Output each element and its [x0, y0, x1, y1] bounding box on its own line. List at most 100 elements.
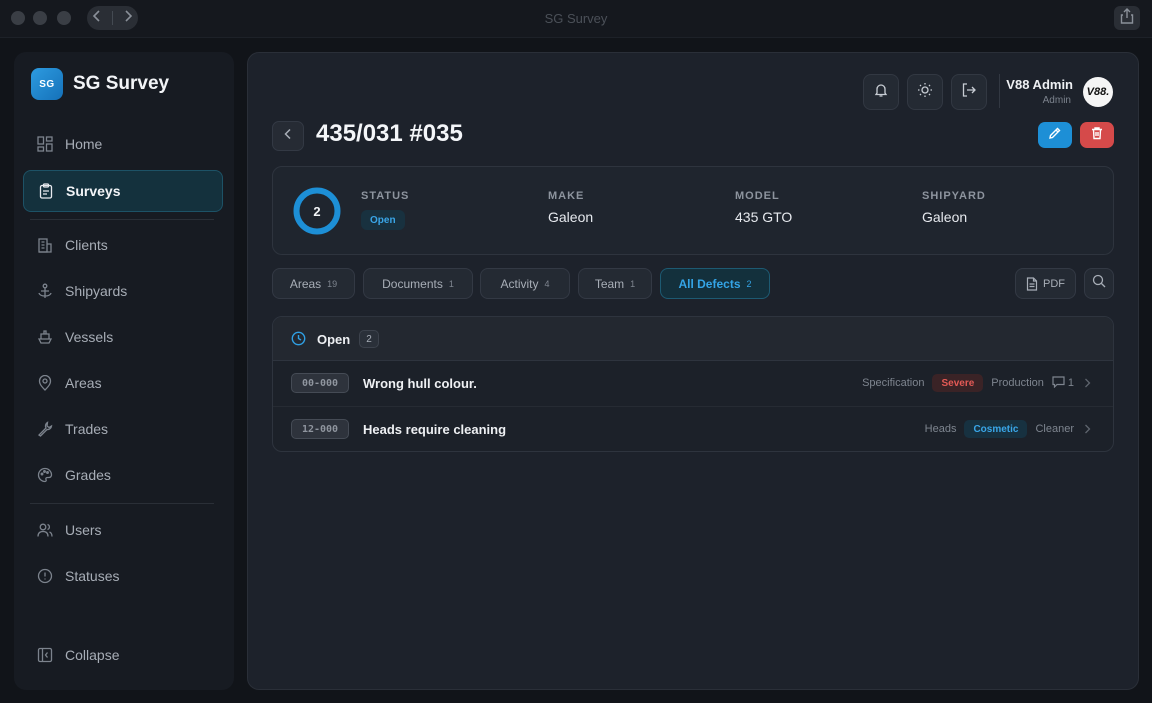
sidebar-item-statuses[interactable]: Statuses: [23, 555, 223, 597]
table-row[interactable]: 00-000 Wrong hull colour. Specification …: [273, 361, 1113, 406]
anchor-icon: [36, 282, 54, 300]
share-button[interactable]: [1114, 6, 1140, 30]
shipyard-label: SHIPYARD: [922, 190, 986, 202]
chevron-left-icon: [283, 127, 293, 145]
brand[interactable]: SG SG Survey: [31, 68, 169, 100]
sidebar-item-areas[interactable]: Areas: [23, 362, 223, 404]
tab-activity[interactable]: Activity 4: [480, 268, 570, 299]
search-button[interactable]: [1084, 268, 1114, 299]
sidebar-item-trades[interactable]: Trades: [23, 408, 223, 450]
search-icon: [1092, 274, 1106, 293]
model-value: 435 GTO: [735, 209, 793, 225]
theme-toggle-button[interactable]: [907, 74, 943, 110]
make-label: MAKE: [548, 190, 585, 202]
chevron-right-icon: [1084, 378, 1091, 388]
wrench-icon: [36, 420, 54, 438]
tab-count: 1: [448, 278, 454, 289]
tab-count: 19: [327, 278, 338, 289]
defect-group-title: Open: [317, 332, 351, 347]
table-row[interactable]: 12-000 Heads require cleaning Heads Cosm…: [273, 406, 1113, 451]
defects-list: Open 2 00-000 Wrong hull colour. Specifi…: [272, 316, 1114, 452]
tab-label: Team: [594, 276, 625, 291]
alert-circle-icon: [36, 567, 54, 585]
defect-trade: Cleaner: [1035, 423, 1074, 435]
sidebar-item-home[interactable]: Home: [23, 123, 223, 165]
tab-documents[interactable]: Documents 1: [363, 268, 473, 299]
pdf-button[interactable]: PDF: [1015, 268, 1076, 299]
tab-all-defects[interactable]: All Defects 2: [660, 268, 770, 299]
defect-area: Heads: [924, 423, 957, 435]
avatar[interactable]: V88.: [1083, 77, 1113, 107]
sidebar-item-label: Statuses: [65, 568, 120, 584]
comment-count-value: 1: [1067, 377, 1074, 389]
logout-button[interactable]: [951, 74, 987, 110]
comment-count: 1: [1052, 375, 1074, 391]
sidebar-item-label: Vessels: [65, 329, 114, 345]
collapse-icon: [36, 646, 54, 664]
sidebar-item-clients[interactable]: Clients: [23, 224, 223, 266]
sidebar-item-label: Surveys: [66, 183, 121, 199]
notifications-button[interactable]: [863, 74, 899, 110]
document-icon: [1026, 276, 1038, 291]
clipboard-icon: [37, 182, 55, 200]
tab-label: Documents: [382, 276, 443, 291]
bell-icon: [873, 82, 889, 103]
tab-label: Areas: [289, 276, 322, 291]
status-badge: Open: [361, 210, 405, 230]
sidebar: SG SG Survey Home Surveys Clients Shipya…: [14, 52, 234, 690]
tab-areas[interactable]: Areas 19: [272, 268, 355, 299]
grade-badge: Severe: [932, 374, 984, 392]
clock-icon: [291, 331, 306, 351]
defect-group-count: 2: [359, 330, 379, 348]
window-title: SG Survey: [544, 11, 608, 26]
status-label: STATUS: [361, 190, 410, 202]
tab-count: 2: [746, 278, 752, 289]
back-button[interactable]: [272, 121, 304, 151]
delete-button[interactable]: [1080, 122, 1114, 148]
defect-title: Wrong hull colour.: [363, 376, 477, 391]
defect-code: 12-000: [291, 419, 349, 439]
map-pin-icon: [36, 374, 54, 392]
tab-count: 1: [630, 278, 636, 289]
sidebar-item-label: Grades: [65, 467, 111, 483]
sidebar-item-label: Users: [65, 522, 102, 538]
page-title: 435/031 #035: [316, 120, 463, 147]
grid-icon: [36, 135, 54, 153]
trash-icon: [1090, 126, 1104, 145]
defect-group-header[interactable]: Open 2: [273, 317, 1113, 361]
ship-icon: [36, 328, 54, 346]
window-titlebar: SG Survey: [0, 0, 1152, 38]
make-value: Galeon: [548, 209, 594, 225]
sidebar-item-label: Home: [65, 136, 103, 152]
sun-icon: [917, 82, 933, 103]
edit-button[interactable]: [1038, 122, 1072, 148]
share-icon: [1120, 7, 1134, 29]
tab-team[interactable]: Team 1: [578, 268, 652, 299]
collapse-label: Collapse: [65, 647, 120, 663]
building-icon: [36, 236, 54, 254]
sidebar-item-surveys[interactable]: Surveys: [23, 170, 223, 212]
chevron-right-icon: [1084, 424, 1091, 434]
defect-area: Specification: [862, 377, 925, 389]
user-role: Admin: [1042, 95, 1071, 106]
sidebar-item-grades[interactable]: Grades: [23, 454, 223, 496]
sidebar-item-label: Clients: [65, 237, 108, 253]
sidebar-item-shipyards[interactable]: Shipyards: [23, 270, 223, 312]
sidebar-item-label: Trades: [65, 421, 109, 437]
sidebar-item-label: Areas: [65, 375, 102, 391]
sidebar-item-vessels[interactable]: Vessels: [23, 316, 223, 358]
brand-name: SG Survey: [73, 73, 170, 94]
sidebar-item-users[interactable]: Users: [23, 509, 223, 551]
defect-meta: Specification Severe Production 1: [862, 373, 1091, 393]
main-panel: V88 Admin Admin V88. 435/031 #035 2 STAT…: [247, 52, 1139, 690]
defect-title: Heads require cleaning: [363, 422, 507, 437]
comment-icon: [1052, 375, 1065, 391]
brand-logo: SG: [31, 68, 63, 100]
collapse-sidebar-button[interactable]: Collapse: [23, 634, 223, 676]
user-name: V88 Admin: [1006, 77, 1073, 92]
tab-label: All Defects: [678, 276, 741, 291]
pdf-label: PDF: [1043, 277, 1065, 290]
tab-label: Activity: [500, 276, 539, 291]
model-label: MODEL: [735, 190, 780, 202]
defect-meta: Heads Cosmetic Cleaner: [925, 419, 1091, 439]
